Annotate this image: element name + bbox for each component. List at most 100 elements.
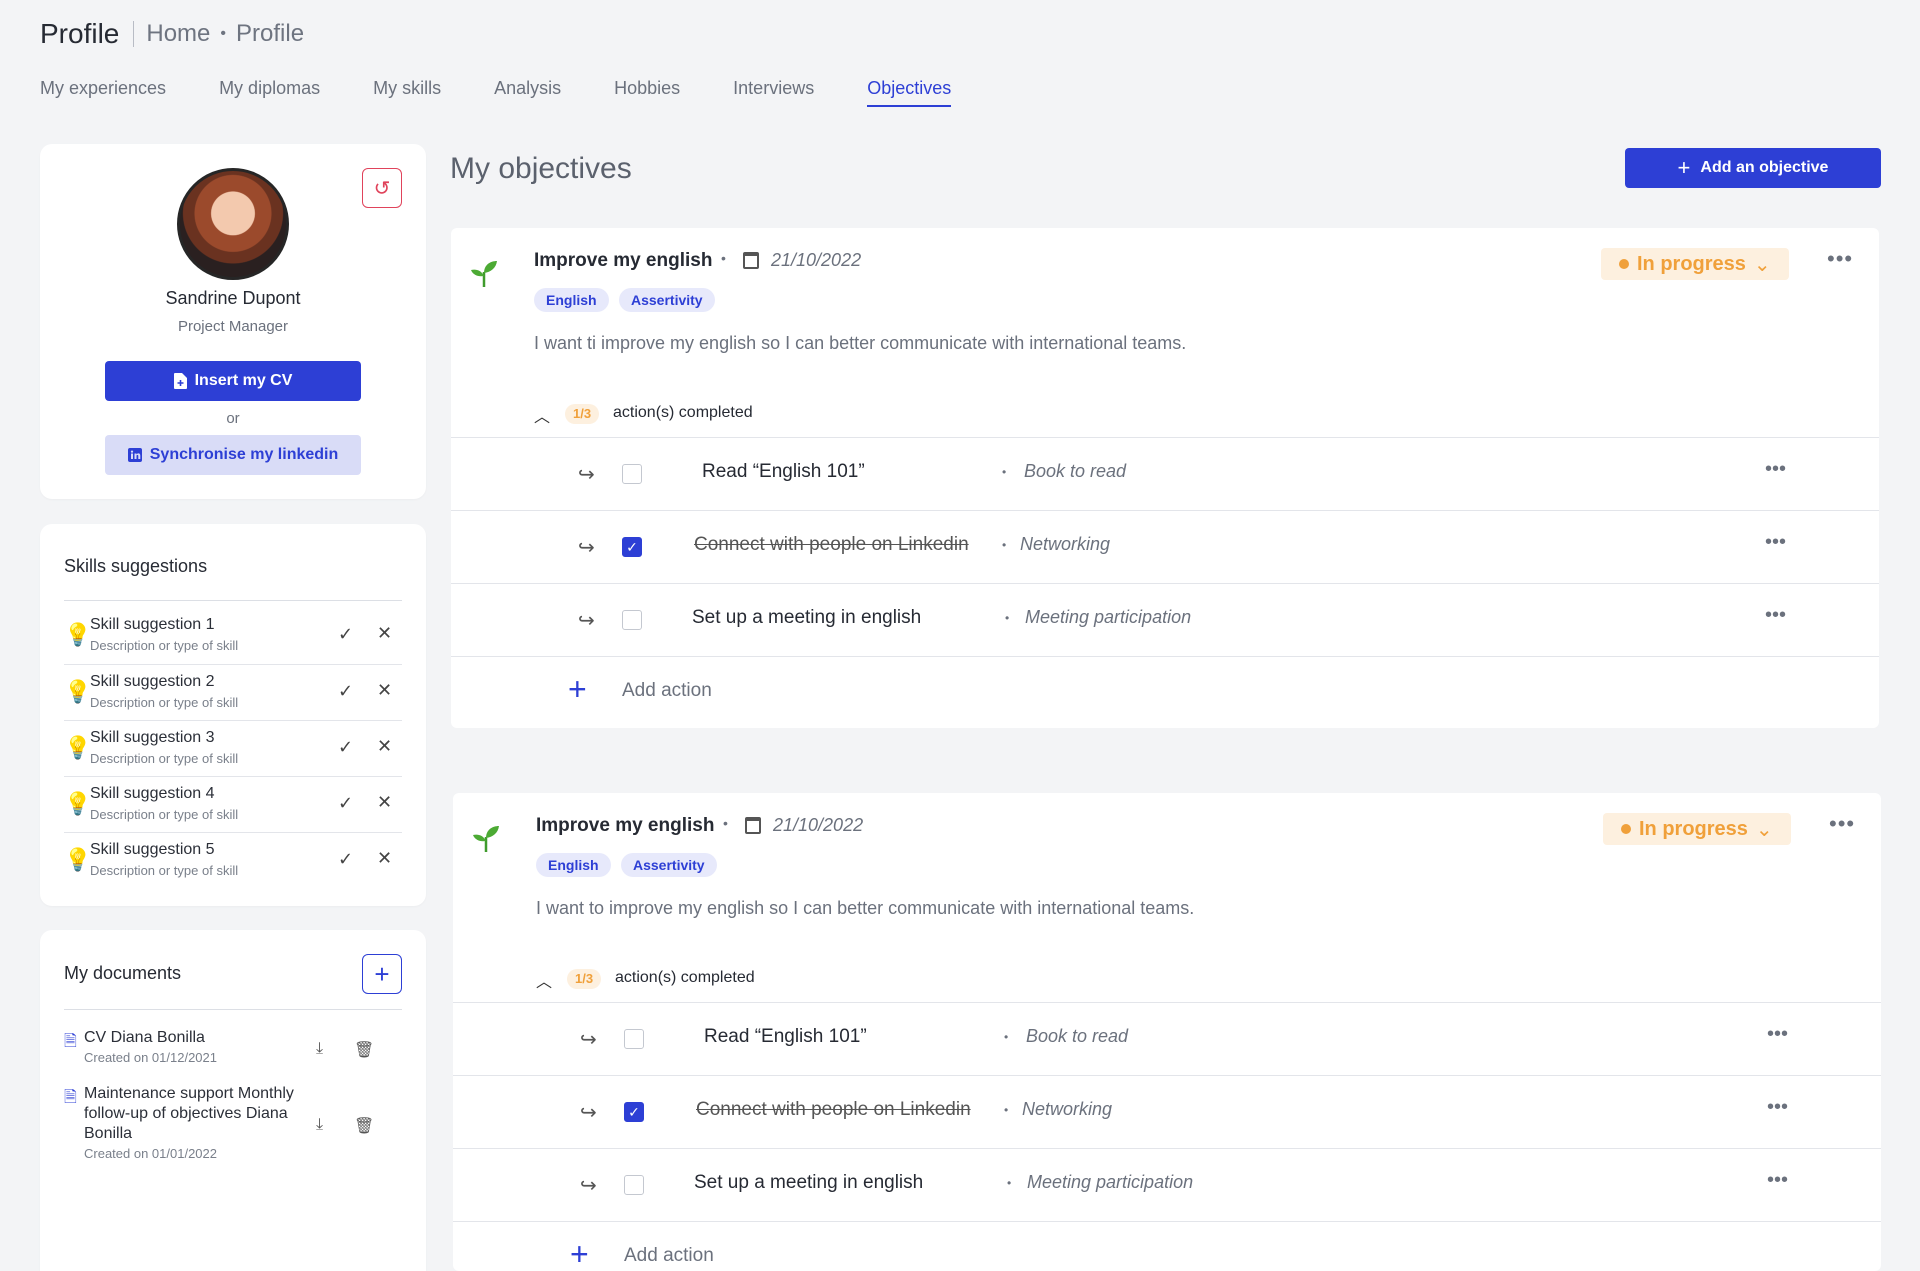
tab-my-diplomas[interactable]: My diplomas xyxy=(219,78,320,107)
action-type: Meeting participation xyxy=(1025,607,1192,627)
action-checkbox[interactable] xyxy=(624,1029,644,1049)
skill-desc: Description or type of skill xyxy=(90,638,239,653)
accept-check-icon[interactable]: ✓ xyxy=(338,681,353,702)
action-checkbox[interactable]: ✓ xyxy=(622,537,642,557)
trash-icon[interactable]: 🗑 xyxy=(354,1116,374,1136)
reject-close-icon[interactable]: ✕ xyxy=(377,623,392,644)
calendar-icon xyxy=(745,817,761,834)
document-name[interactable]: Maintenance support Monthly follow-up of… xyxy=(84,1084,324,1144)
objective-date: 21/10/2022 xyxy=(771,250,862,270)
tab-hobbies[interactable]: Hobbies xyxy=(614,78,680,107)
objective-title: Improve my english xyxy=(536,815,715,836)
action-checkbox[interactable] xyxy=(622,610,642,630)
reject-close-icon[interactable]: ✕ xyxy=(377,848,392,869)
more-options-icon[interactable]: ••• xyxy=(1829,811,1855,837)
accept-check-icon[interactable]: ✓ xyxy=(338,793,353,814)
action-row: ↪ Set up a meeting in english • Meeting … xyxy=(451,583,1879,656)
lightbulb-icon: 💡 xyxy=(64,791,92,816)
plus-icon: + xyxy=(570,1236,589,1271)
add-document-button[interactable]: + xyxy=(362,954,402,994)
tab-objectives[interactable]: Objectives xyxy=(867,78,952,107)
add-objective-button[interactable]: + Add an objective xyxy=(1625,148,1881,188)
or-label: or xyxy=(226,410,240,427)
objective-card: Improve my english • 21/10/2022 English … xyxy=(451,228,1879,728)
download-icon[interactable]: ⤓ xyxy=(316,1116,323,1134)
title-separator xyxy=(133,21,135,47)
action-checkbox[interactable] xyxy=(624,1175,644,1195)
lightbulb-icon: 💡 xyxy=(64,679,92,704)
documents-title: My documents xyxy=(64,963,182,983)
accept-check-icon[interactable]: ✓ xyxy=(338,737,353,758)
reset-button[interactable]: ↺ xyxy=(362,168,402,208)
reject-close-icon[interactable]: ✕ xyxy=(377,792,392,813)
status-dropdown[interactable]: In progress ⌄ xyxy=(1603,813,1791,845)
status-label: In progress xyxy=(1639,817,1748,840)
skill-name: Skill suggestion 2 xyxy=(90,673,215,690)
breadcrumb-home[interactable]: Home xyxy=(146,20,210,48)
action-name: Connect with people on Linkedin xyxy=(694,534,969,555)
action-checkbox[interactable]: ✓ xyxy=(624,1102,644,1122)
accept-check-icon[interactable]: ✓ xyxy=(338,624,353,645)
action-more-icon[interactable]: ••• xyxy=(1765,458,1786,481)
subitem-arrow-icon: ↪ xyxy=(578,610,595,632)
skill-name: Skill suggestion 3 xyxy=(90,729,215,746)
skill-name: Skill suggestion 1 xyxy=(90,616,215,633)
tab-my-experiences[interactable]: My experiences xyxy=(40,78,166,107)
download-icon[interactable]: ⤓ xyxy=(316,1040,323,1058)
add-action-label: Add action xyxy=(624,1245,714,1266)
action-checkbox[interactable] xyxy=(622,464,642,484)
action-more-icon[interactable]: ••• xyxy=(1765,604,1786,627)
calendar-icon xyxy=(743,252,759,269)
action-type: Meeting participation xyxy=(1027,1172,1194,1192)
action-dot: • xyxy=(1002,538,1007,552)
tag-assertivity: Assertivity xyxy=(619,288,715,312)
skill-suggestion-row: 💡 Skill suggestion 3 Description or type… xyxy=(64,720,402,776)
skill-suggestion-row: 💡 Skill suggestion 4 Description or type… xyxy=(64,776,402,832)
plus-icon: + xyxy=(1677,155,1691,180)
action-name: Connect with people on Linkedin xyxy=(696,1099,971,1120)
skill-desc: Description or type of skill xyxy=(90,695,239,710)
accept-check-icon[interactable]: ✓ xyxy=(338,849,353,870)
action-row: ↪ ✓ Connect with people on Linkedin • Ne… xyxy=(451,510,1879,583)
more-options-icon[interactable]: ••• xyxy=(1827,246,1853,272)
insert-cv-button[interactable]: Insert my CV xyxy=(105,361,361,401)
status-dot xyxy=(1621,824,1631,834)
action-type: Book to read xyxy=(1024,461,1127,481)
chevron-up-icon[interactable]: ︿ xyxy=(536,968,552,992)
skill-desc: Description or type of skill xyxy=(90,751,239,766)
action-dot: • xyxy=(1007,1176,1012,1190)
action-more-icon[interactable]: ••• xyxy=(1767,1023,1788,1046)
tab-analysis[interactable]: Analysis xyxy=(494,78,561,107)
add-action-row[interactable]: + Add action xyxy=(451,656,1879,726)
action-more-icon[interactable]: ••• xyxy=(1767,1169,1788,1192)
trash-icon[interactable]: 🗑 xyxy=(354,1040,374,1060)
document-item: 🗎 Maintenance support Monthly follow-up … xyxy=(64,1084,402,1164)
tab-my-skills[interactable]: My skills xyxy=(373,78,441,107)
sync-linkedin-button[interactable]: Synchronise my linkedin xyxy=(105,435,361,475)
reject-close-icon[interactable]: ✕ xyxy=(377,736,392,757)
lightbulb-icon: 💡 xyxy=(64,622,92,647)
action-more-icon[interactable]: ••• xyxy=(1765,531,1786,554)
tab-interviews[interactable]: Interviews xyxy=(733,78,814,107)
profile-role: Project Manager xyxy=(177,318,289,335)
action-dot: • xyxy=(1005,611,1010,625)
objective-description: I want ti improve my english so I can be… xyxy=(534,333,1187,353)
document-name[interactable]: CV Diana Bonilla xyxy=(84,1028,324,1048)
add-action-row[interactable]: + Add action xyxy=(453,1221,1881,1271)
action-dot: • xyxy=(1004,1103,1009,1117)
objective-date: 21/10/2022 xyxy=(773,815,864,835)
status-dropdown[interactable]: In progress ⌄ xyxy=(1601,248,1789,280)
action-name: Set up a meeting in english xyxy=(692,607,922,628)
skill-suggestion-row: 💡 Skill suggestion 5 Description or type… xyxy=(64,832,402,888)
skill-suggestion-row: 💡 Skill suggestion 1 Description or type… xyxy=(64,608,402,664)
document-date: Created on 01/12/2021 xyxy=(84,1050,217,1065)
chevron-up-icon[interactable]: ︿ xyxy=(534,403,550,427)
sprout-icon xyxy=(473,826,499,852)
reject-close-icon[interactable]: ✕ xyxy=(377,680,392,701)
avatar xyxy=(177,168,289,280)
tag-english: English xyxy=(536,853,611,877)
action-more-icon[interactable]: ••• xyxy=(1767,1096,1788,1119)
lightbulb-icon: 💡 xyxy=(64,735,92,760)
sync-linkedin-label: Synchronise my linkedin xyxy=(149,446,339,463)
title-dot: • xyxy=(721,250,726,266)
